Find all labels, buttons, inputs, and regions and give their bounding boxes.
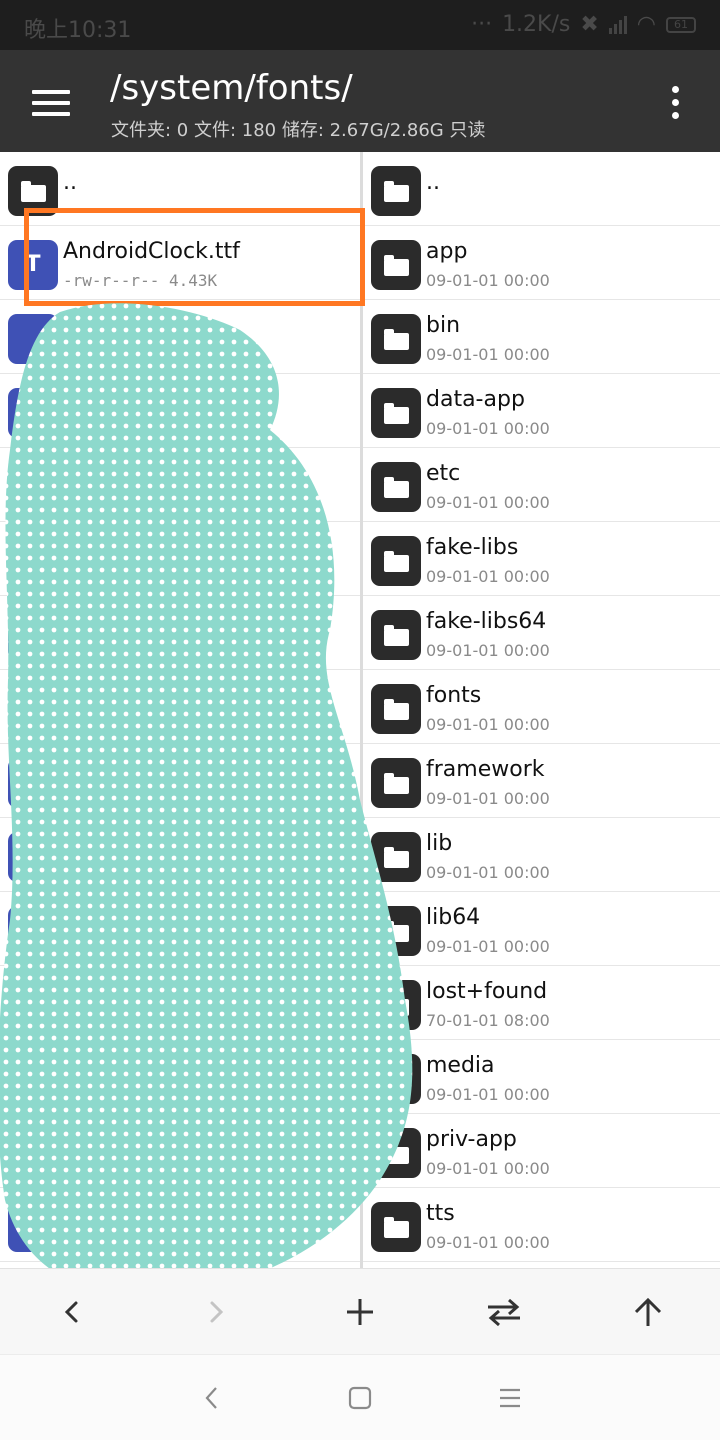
folder-name: framework — [426, 757, 545, 782]
folder-name: fonts — [426, 683, 482, 708]
parent-directory-row[interactable]: .. — [363, 152, 720, 226]
folder-icon — [371, 240, 421, 290]
alarm-icon: ✖ — [580, 12, 599, 37]
folder-name: lib — [426, 831, 453, 856]
forward-button[interactable] — [144, 1269, 288, 1355]
status-time: 晚上10:31 — [24, 18, 132, 43]
folder-date: 09-01-01 00:00 — [426, 1233, 550, 1252]
folder-date: 09-01-01 00:00 — [426, 789, 550, 808]
folder-date: 09-01-01 00:00 — [426, 641, 550, 660]
screen: 晚上10:31 ··· 1.2K/s ✖ ◠ 61 /system/fonts/… — [0, 0, 720, 1440]
folder-name: priv-app — [426, 1127, 517, 1152]
folder-date: 70-01-01 08:00 — [426, 1011, 550, 1030]
folder-name: fake-libs64 — [426, 609, 547, 634]
highlight-box — [24, 208, 365, 306]
nav-home-button[interactable] — [310, 1355, 410, 1440]
current-path: /system/fonts/ — [110, 68, 353, 108]
status-icons: ··· 1.2K/s ✖ ◠ 61 — [471, 12, 696, 37]
wifi-icon: ◠ — [636, 12, 656, 37]
nav-home-icon — [348, 1386, 372, 1410]
folder-date: 09-01-01 00:00 — [426, 863, 550, 882]
app-bar: /system/fonts/ 文件夹: 0 文件: 180 储存: 2.67G/… — [0, 50, 720, 152]
up-arrow-icon — [634, 1297, 662, 1326]
folder-date: 09-01-01 00:00 — [426, 715, 550, 734]
status-bar: 晚上10:31 ··· 1.2K/s ✖ ◠ 61 — [0, 0, 720, 50]
folder-name: fake-libs — [426, 535, 519, 560]
bottom-toolbar — [0, 1268, 720, 1354]
folder-date: 09-01-01 00:00 — [426, 345, 550, 364]
nav-back-button[interactable] — [162, 1355, 262, 1440]
status-dots: ··· — [471, 12, 493, 37]
battery-icon: 61 — [666, 16, 696, 33]
folder-name: etc — [426, 461, 461, 486]
forward-arrow-icon — [210, 1301, 224, 1323]
back-arrow-icon — [64, 1301, 78, 1323]
folder-date: 09-01-01 00:00 — [426, 1159, 550, 1178]
nav-menu-button[interactable] — [460, 1355, 560, 1440]
folder-name: app — [426, 239, 468, 264]
folder-name: data-app — [426, 387, 525, 412]
folder-date: 09-01-01 00:00 — [426, 1085, 550, 1104]
directory-info: 文件夹: 0 文件: 180 储存: 2.67G/2.86G 只读 — [111, 120, 486, 141]
menu-icon[interactable] — [32, 90, 70, 116]
folder-name: lost+found — [426, 979, 548, 1004]
parent-directory-label: .. — [63, 170, 77, 195]
system-nav-bar — [0, 1354, 720, 1440]
battery-level: 61 — [674, 17, 688, 31]
folder-name: tts — [426, 1201, 455, 1226]
folder-name: bin — [426, 313, 461, 338]
add-icon — [347, 1299, 373, 1325]
add-button[interactable] — [288, 1269, 432, 1355]
folder-name: media — [426, 1053, 495, 1078]
folder-date: 09-01-01 00:00 — [426, 271, 550, 290]
redaction-overlay — [0, 303, 413, 1296]
swap-panes-button[interactable] — [432, 1269, 576, 1355]
more-options-icon[interactable] — [668, 86, 684, 120]
up-directory-button[interactable] — [576, 1269, 720, 1355]
folder-date: 09-01-01 00:00 — [426, 419, 550, 438]
folder-date: 09-01-01 00:00 — [426, 567, 550, 586]
folder-row[interactable]: app 09-01-01 00:00 — [363, 226, 720, 300]
folder-icon — [371, 166, 421, 216]
back-button[interactable] — [0, 1269, 144, 1355]
signal-icon — [608, 15, 627, 34]
folder-name: lib64 — [426, 905, 481, 930]
parent-directory-label: .. — [426, 170, 440, 195]
network-speed: 1.2K/s — [502, 12, 571, 37]
folder-date: 09-01-01 00:00 — [426, 493, 550, 512]
folder-date: 09-01-01 00:00 — [426, 937, 550, 956]
swap-icon — [488, 1298, 520, 1327]
nav-back-icon — [205, 1387, 217, 1409]
nav-menu-icon — [500, 1388, 520, 1408]
